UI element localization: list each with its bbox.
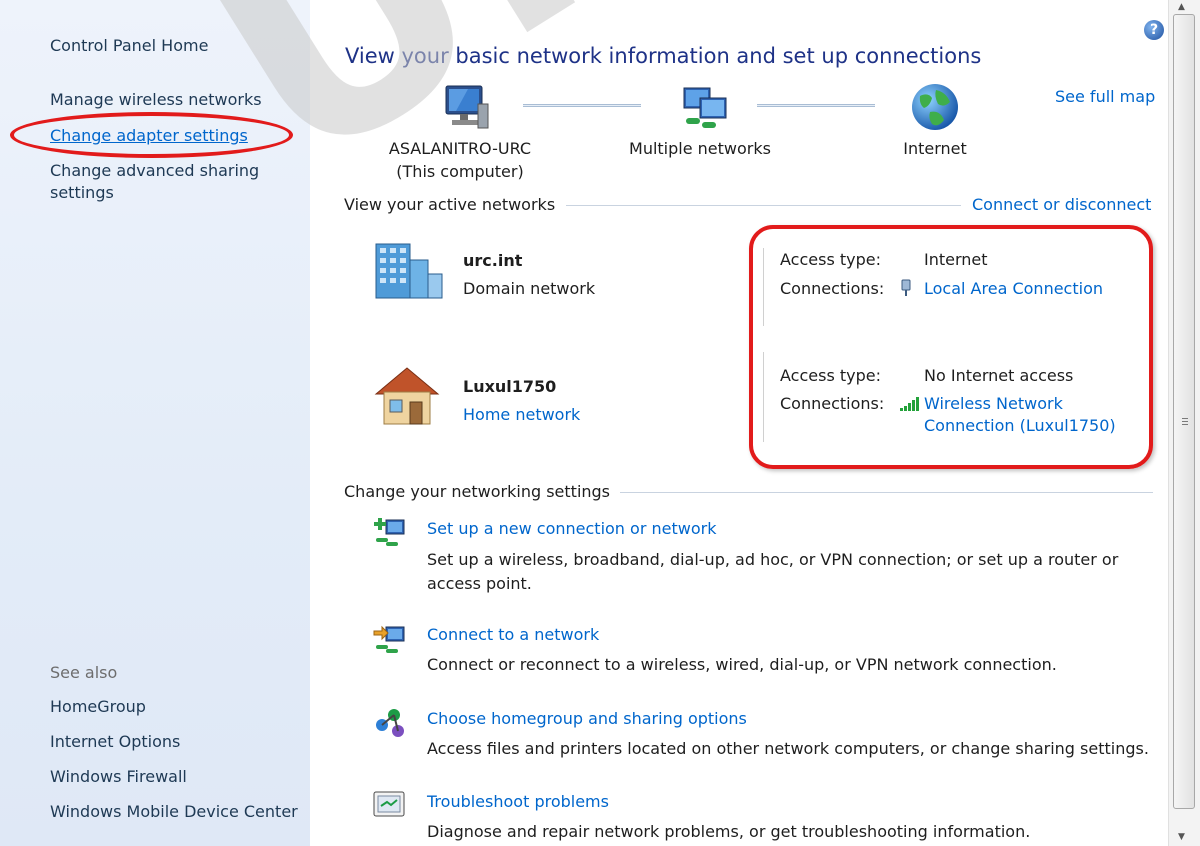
multiple-networks-icon	[680, 84, 730, 132]
task-description: Set up a wireless, broadband, dial-up, a…	[427, 550, 1119, 569]
sidebar-item-windows-mobile[interactable]: Windows Mobile Device Center	[50, 802, 298, 821]
map-connector	[523, 104, 641, 107]
computer-icon	[438, 84, 490, 132]
home-network-icon	[372, 364, 442, 428]
see-also-heading: See also	[50, 663, 118, 682]
annotation-ellipse	[10, 112, 293, 158]
sidebar-item-homegroup[interactable]: HomeGroup	[50, 697, 146, 716]
computer-name: ASALANITRO-URC	[388, 139, 532, 158]
page-title: View your basic network information and …	[345, 44, 982, 68]
domain-network-icon	[372, 240, 446, 300]
sidebar-item-windows-firewall[interactable]: Windows Firewall	[50, 767, 187, 786]
grip-line	[1182, 424, 1188, 425]
task-description: Diagnose and repair network problems, or…	[427, 822, 1031, 841]
sidebar-item-control-panel-home[interactable]: Control Panel Home	[50, 36, 208, 55]
troubleshoot-icon	[372, 790, 408, 820]
divider	[620, 492, 1153, 493]
sidebar-item-change-sharing-line2[interactable]: settings	[50, 183, 114, 202]
task-description-line2: access point.	[427, 574, 532, 593]
connect-or-disconnect-link[interactable]: Connect or disconnect	[972, 195, 1151, 214]
connect-network-icon	[372, 621, 408, 657]
multiple-networks-label: Multiple networks	[629, 139, 771, 158]
vertical-scrollbar[interactable]: ▲ ▼	[1168, 0, 1200, 846]
help-icon[interactable]: ?	[1144, 20, 1164, 40]
grip-line	[1182, 418, 1188, 419]
network-name: urc.int	[463, 251, 523, 270]
network-name: Luxul1750	[463, 377, 557, 396]
divider	[566, 205, 961, 206]
setup-connection-link[interactable]: Set up a new connection or network	[427, 519, 716, 538]
map-connector	[757, 104, 875, 107]
network-category: Domain network	[463, 279, 596, 298]
new-connection-icon	[372, 514, 408, 550]
grip-line	[1182, 421, 1188, 422]
task-description: Connect or reconnect to a wireless, wire…	[427, 655, 1057, 674]
computer-subtitle: (This computer)	[396, 162, 524, 181]
task-description: Access files and printers located on oth…	[427, 739, 1149, 758]
networking-settings-heading: Change your networking settings	[344, 482, 611, 501]
homegroup-sharing-link[interactable]: Choose homegroup and sharing options	[427, 709, 747, 728]
troubleshoot-link[interactable]: Troubleshoot problems	[427, 792, 609, 811]
sidebar-item-internet-options[interactable]: Internet Options	[50, 732, 180, 751]
globe-icon	[910, 82, 960, 132]
home-network-link[interactable]: Home network	[463, 405, 580, 424]
connect-to-network-link[interactable]: Connect to a network	[427, 625, 599, 644]
scroll-up-arrow-icon[interactable]: ▲	[1178, 2, 1185, 12]
scrollbar-thumb[interactable]	[1173, 14, 1195, 809]
internet-label: Internet	[903, 139, 967, 158]
sidebar-item-change-sharing[interactable]: Change advanced sharing	[50, 161, 259, 180]
see-full-map-link[interactable]: See full map	[1055, 87, 1155, 106]
annotation-rectangle	[749, 225, 1153, 469]
active-networks-heading: View your active networks	[344, 195, 556, 214]
sidebar-item-manage-wireless[interactable]: Manage wireless networks	[50, 90, 262, 109]
homegroup-icon	[372, 705, 408, 741]
scroll-down-arrow-icon[interactable]: ▼	[1178, 832, 1185, 842]
